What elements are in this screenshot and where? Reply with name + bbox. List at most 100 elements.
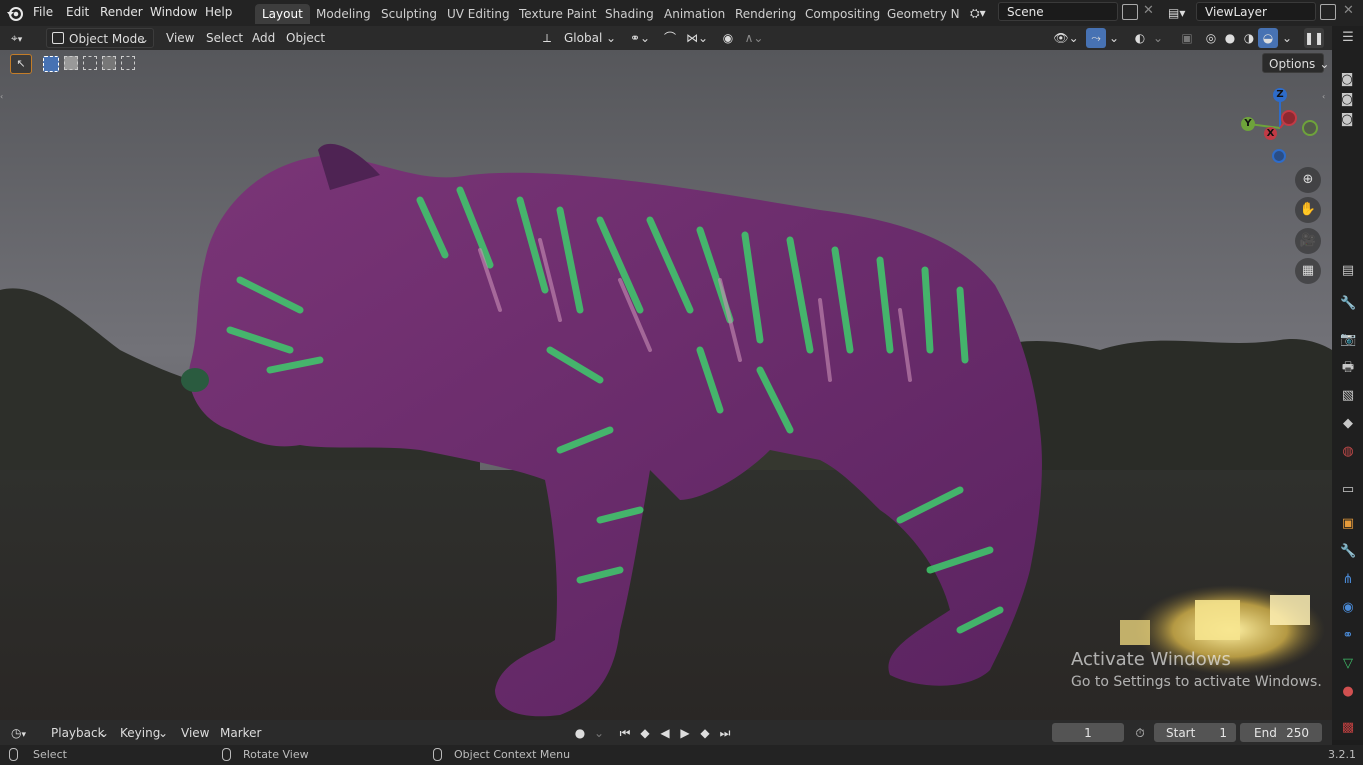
timeline-menu-marker[interactable]: Marker	[220, 723, 261, 743]
menu-render[interactable]: Render	[100, 4, 143, 21]
menu-view[interactable]: View	[166, 28, 194, 48]
jump-prev-keyframe-icon[interactable]: ◆	[636, 723, 654, 743]
gizmo-x-neg-axis[interactable]: X	[1264, 127, 1277, 140]
jump-end-icon[interactable]: ⏭	[716, 723, 734, 743]
gizmo-z-neg-axis[interactable]	[1272, 149, 1286, 163]
data-properties-icon[interactable]: ▽	[1340, 656, 1356, 672]
tab-texture-paint[interactable]: Texture Paint	[512, 4, 603, 24]
view-layer-properties-icon[interactable]: ▧	[1340, 388, 1356, 404]
camera-view-icon[interactable]: ◙	[1339, 92, 1355, 108]
tab-compositing[interactable]: Compositing	[798, 4, 887, 24]
scene-browse-icon[interactable]: ⛭▾	[970, 3, 998, 23]
gizmo-y-axis[interactable]: Y	[1241, 117, 1255, 131]
pause-icon[interactable]: ❚❚	[1304, 28, 1324, 48]
overlays-toggle[interactable]: ◐	[1130, 28, 1150, 48]
region-toggle-right[interactable]: ‹	[1322, 92, 1325, 101]
record-keyframe-button[interactable]: ●	[570, 723, 590, 743]
camera-view-icon[interactable]: ◙	[1339, 72, 1355, 88]
gizmo-z-axis[interactable]: Z	[1273, 88, 1287, 102]
select-box-subtract-icon[interactable]	[83, 56, 97, 70]
object-properties-icon[interactable]: ▣	[1340, 516, 1356, 532]
tab-shading[interactable]: Shading	[598, 4, 661, 24]
render-properties-icon[interactable]: 📷	[1340, 332, 1356, 348]
scene-properties-icon[interactable]: ◆	[1340, 416, 1356, 432]
select-box-invert-icon[interactable]	[102, 56, 116, 70]
gizmo-dropdown[interactable]: ⌄	[1107, 28, 1121, 48]
tab-uv-editing[interactable]: UV Editing	[440, 4, 517, 24]
particles-properties-icon[interactable]: ⋔	[1340, 572, 1356, 588]
viewport-gizmo-icon[interactable]: ⤳	[1086, 28, 1106, 48]
menu-edit[interactable]: Edit	[66, 4, 89, 21]
tab-layout[interactable]: Layout	[255, 4, 310, 24]
tab-sculpting[interactable]: Sculpting	[374, 4, 444, 24]
play-icon[interactable]: ▶	[676, 723, 694, 743]
modifier-properties-icon[interactable]: 🔧	[1340, 544, 1356, 560]
output-properties-icon[interactable]: 🖶	[1340, 360, 1356, 376]
current-frame-field[interactable]: 1	[1052, 723, 1124, 742]
overlays-dropdown[interactable]: ⌄	[1151, 28, 1165, 48]
hand-icon[interactable]: ✋	[1295, 197, 1321, 223]
gizmo-x-axis[interactable]	[1281, 110, 1297, 126]
3d-viewport[interactable]: Activate Windows Go to Settings to activ…	[0, 50, 1332, 720]
texture-properties-icon[interactable]: ▩	[1340, 720, 1356, 736]
select-box-intersect-icon[interactable]	[121, 56, 135, 70]
outliner-toggle-icon[interactable]: ☰	[1340, 30, 1356, 46]
play-reverse-icon[interactable]: ◀	[656, 723, 674, 743]
new-scene-icon[interactable]	[1122, 4, 1138, 20]
view-layer-field[interactable]: ViewLayer	[1196, 2, 1316, 21]
select-tool-icon[interactable]: ↖	[10, 54, 32, 74]
tool-properties-icon[interactable]: 🔧	[1340, 296, 1356, 312]
timeline-editor-type-dropdown[interactable]: ◷▾	[8, 723, 38, 743]
menu-select[interactable]: Select	[206, 28, 243, 48]
physics-properties-icon[interactable]: ◉	[1340, 600, 1356, 616]
menu-help[interactable]: Help	[205, 4, 232, 21]
blender-logo-icon[interactable]	[6, 4, 24, 22]
camera-icon[interactable]: 🎥	[1295, 228, 1321, 254]
xray-toggle[interactable]: ▣	[1177, 28, 1197, 48]
zoom-icon[interactable]: ⊕	[1295, 167, 1321, 193]
options-dropdown[interactable]: Options ⌄	[1262, 53, 1329, 73]
solid-shading-icon[interactable]: ●	[1220, 28, 1240, 48]
keying-menu[interactable]: Keying ⌄	[114, 723, 170, 743]
new-view-layer-icon[interactable]	[1320, 4, 1336, 20]
menu-file[interactable]: File	[33, 4, 53, 21]
rendered-shading-icon[interactable]: ◒	[1258, 28, 1278, 48]
mode-dropdown[interactable]: Object Mode ⌄	[46, 28, 154, 48]
shading-dropdown[interactable]: ⌄	[1280, 28, 1294, 48]
material-preview-icon[interactable]: ◑	[1239, 28, 1259, 48]
wireframe-shading-icon[interactable]: ◎	[1201, 28, 1221, 48]
playback-menu[interactable]: Playback ⌄	[45, 723, 111, 743]
proportional-edit-toggle[interactable]: ◉	[718, 28, 738, 48]
properties-toggle-icon[interactable]: ▤	[1340, 263, 1356, 279]
camera-view-icon[interactable]: ◙	[1339, 112, 1355, 128]
scene-name-field[interactable]: Scene	[998, 2, 1118, 21]
menu-object[interactable]: Object	[286, 28, 325, 48]
tab-modeling[interactable]: Modeling	[309, 4, 378, 24]
menu-add[interactable]: Add	[252, 28, 275, 48]
visibility-dropdown[interactable]: 👁⌄	[1050, 28, 1082, 48]
tab-animation[interactable]: Animation	[657, 4, 732, 24]
end-frame-field[interactable]: End 250	[1240, 723, 1322, 742]
orientation-dropdown[interactable]: ⟂ Global ⌄	[540, 28, 618, 48]
region-toggle-left[interactable]: ‹	[0, 92, 3, 101]
timeline-menu-view[interactable]: View	[181, 723, 209, 743]
select-box-extend-icon[interactable]	[64, 56, 78, 70]
stopwatch-icon[interactable]: ⏱	[1130, 723, 1150, 743]
jump-start-icon[interactable]: ⏮	[616, 723, 634, 743]
snap-toggle[interactable]: ⌒	[660, 28, 680, 48]
auto-keying-dropdown[interactable]: ⌄	[592, 723, 606, 743]
constraint-properties-icon[interactable]: ⚭	[1340, 628, 1356, 644]
collection-properties-icon[interactable]: ▭	[1340, 482, 1356, 498]
close-icon[interactable]: ✕	[1143, 3, 1154, 18]
world-properties-icon[interactable]: ◍	[1340, 444, 1356, 460]
tab-geometry-nodes[interactable]: Geometry Noc	[880, 4, 960, 24]
editor-type-dropdown[interactable]: ⌖▾	[8, 28, 38, 48]
perspective-grid-icon[interactable]: ▦	[1295, 258, 1321, 284]
proportional-falloff-dropdown[interactable]: ∧⌄	[740, 28, 768, 48]
menu-window[interactable]: Window	[150, 4, 197, 21]
jump-next-keyframe-icon[interactable]: ◆	[696, 723, 714, 743]
pivot-point-dropdown[interactable]: ⚭⌄	[625, 28, 655, 48]
close-icon[interactable]: ✕	[1343, 3, 1354, 18]
gizmo-y-neg-axis[interactable]	[1302, 120, 1318, 136]
view-layer-browse-icon[interactable]: ▤▾	[1168, 3, 1196, 23]
